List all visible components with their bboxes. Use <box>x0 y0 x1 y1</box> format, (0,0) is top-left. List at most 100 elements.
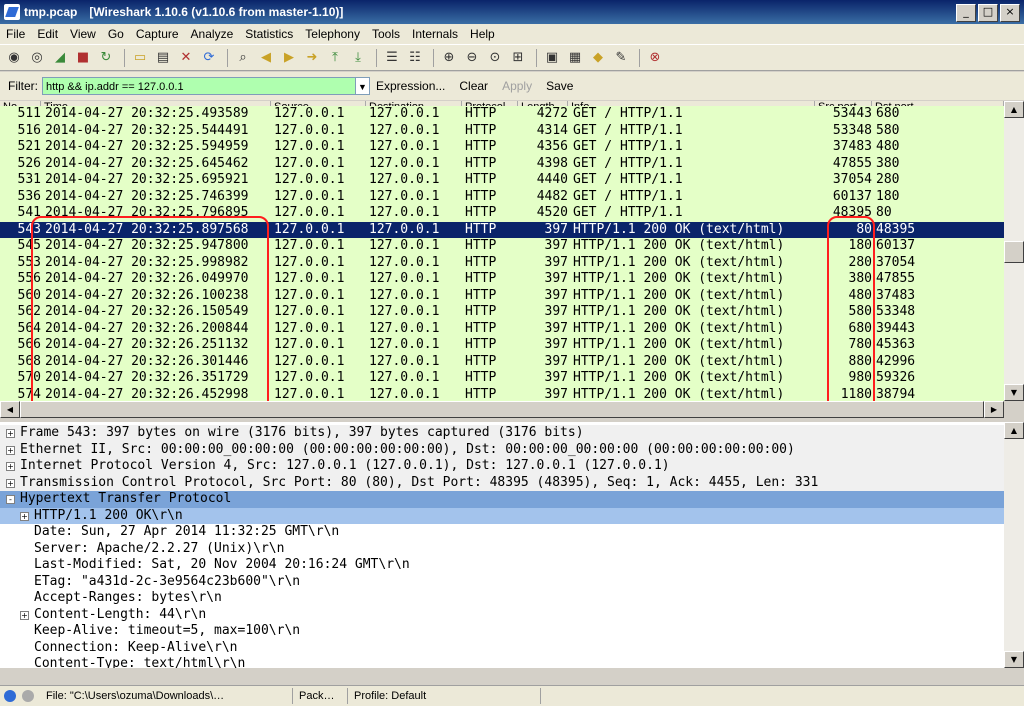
packet-cell-proto: HTTP <box>465 254 497 270</box>
scroll-right-button[interactable]: ▶ <box>984 401 1004 418</box>
display-filters-icon[interactable]: ▦ <box>565 48 585 68</box>
go-last-icon[interactable]: ⤓ <box>348 48 368 68</box>
packet-row[interactable]: 531 2014-04-27 20:32:25.695921 127.0.0.1 12… <box>0 172 1004 189</box>
packet-list-scrollbar[interactable]: ▲ ▼ <box>1004 101 1024 401</box>
scroll-down-button[interactable]: ▼ <box>1004 384 1024 401</box>
stop-capture-icon[interactable]: ■ <box>73 48 93 68</box>
menu-tools[interactable]: Tools <box>366 27 406 41</box>
capture-options-icon[interactable]: ◎ <box>27 48 47 68</box>
detail-row[interactable]: + HTTP/1.1 200 OK\r\n <box>0 507 1004 524</box>
detail-row[interactable]: ETag: "a431d-2c-3e9564c23b600"\r\n <box>0 574 1004 591</box>
tree-expander-icon[interactable]: + <box>20 610 29 620</box>
go-back-icon[interactable]: ◀ <box>256 48 276 68</box>
go-forward-icon[interactable]: ▶ <box>279 48 299 68</box>
packet-row[interactable]: 536 2014-04-27 20:32:25.746399 127.0.0.1 12… <box>0 188 1004 205</box>
packet-row[interactable]: 511 2014-04-27 20:32:25.493589 127.0.0.1 12… <box>0 106 1004 123</box>
detail-text: Transmission Control Protocol, Src Port:… <box>20 474 819 490</box>
go-first-icon[interactable]: ⤒ <box>325 48 345 68</box>
packet-cell-time: 2014-04-27 20:32:25.544491 <box>45 122 249 138</box>
expression-button[interactable]: Expression... <box>376 79 445 93</box>
packet-cell-info: GET / HTTP/1.1 <box>573 172 683 187</box>
capture-comment-icon[interactable] <box>22 690 34 702</box>
close-button[interactable]: × <box>1000 4 1020 22</box>
tree-expander-icon[interactable]: + <box>6 462 15 471</box>
detail-row[interactable]: Connection: Keep-Alive\r\n <box>0 640 1004 657</box>
find-packet-icon[interactable]: ⌕ <box>233 48 253 68</box>
detail-row[interactable]: - Hypertext Transfer Protocol <box>0 491 1004 508</box>
detail-row[interactable]: Content-Type: text/html\r\n <box>0 656 1004 668</box>
packet-cell-proto: HTTP <box>465 221 497 237</box>
tree-expander-icon[interactable]: + <box>20 511 29 521</box>
menu-view[interactable]: View <box>64 27 102 41</box>
toolbar-separator <box>536 48 537 67</box>
detail-row[interactable]: Server: Apache/2.2.27 (Unix)\r\n <box>0 541 1004 558</box>
menu-capture[interactable]: Capture <box>130 27 185 41</box>
colorize-icon[interactable]: ☰ <box>382 48 402 68</box>
zoom-in-icon[interactable]: ⊕ <box>439 48 459 68</box>
hscroll-thumb[interactable] <box>20 401 984 418</box>
preferences-icon[interactable]: ✎ <box>611 48 631 68</box>
menu-telephony[interactable]: Telephony <box>299 27 366 41</box>
close-file-icon[interactable]: ✕ <box>176 48 196 68</box>
packet-details[interactable]: + Frame 543: 397 bytes on wire (3176 bits… <box>0 422 1004 668</box>
toolbar-separator <box>376 48 377 67</box>
restart-capture-icon[interactable]: ↻ <box>96 48 116 68</box>
clear-button[interactable]: Clear <box>459 79 488 93</box>
maximize-button[interactable]: □ <box>978 4 998 22</box>
help-icon[interactable]: ⊗ <box>645 48 665 68</box>
packet-row[interactable]: 516 2014-04-27 20:32:25.544491 127.0.0.1 12… <box>0 122 1004 139</box>
detail-row[interactable]: + Internet Protocol Version 4, Src: 127.0… <box>0 458 1004 475</box>
menu-edit[interactable]: Edit <box>31 27 64 41</box>
detail-row[interactable]: + Ethernet II, Src: 00:00:00_00:00:00 (00… <box>0 441 1004 458</box>
reload-icon[interactable]: ⟳ <box>199 48 219 68</box>
save-filter-button[interactable]: Save <box>546 79 573 93</box>
tree-expander-icon[interactable]: + <box>6 478 15 488</box>
expert-info-icon[interactable] <box>4 690 16 702</box>
menu-analyze[interactable]: Analyze <box>185 27 240 41</box>
menu-help[interactable]: Help <box>464 27 501 41</box>
filter-dropdown-icon[interactable]: ▼ <box>356 77 370 95</box>
filter-input[interactable]: http && ip.addr == 127.0.0.1 <box>42 77 356 95</box>
zoom-out-icon[interactable]: ⊖ <box>462 48 482 68</box>
packet-row[interactable]: 526 2014-04-27 20:32:25.645462 127.0.0.1 12… <box>0 155 1004 172</box>
detail-row[interactable]: Keep-Alive: timeout=5, max=100\r\n <box>0 623 1004 640</box>
start-capture-icon[interactable]: ◢ <box>50 48 70 68</box>
interface-list-icon[interactable]: ◉ <box>4 48 24 68</box>
tree-expander-icon[interactable]: + <box>6 429 15 438</box>
status-profile[interactable]: Profile: Default <box>348 688 541 704</box>
scroll-up-button[interactable]: ▲ <box>1004 422 1024 439</box>
menu-statistics[interactable]: Statistics <box>239 27 299 41</box>
resize-columns-icon[interactable]: ⊞ <box>508 48 528 68</box>
apply-button[interactable]: Apply <box>502 79 532 93</box>
menu-internals[interactable]: Internals <box>406 27 464 41</box>
detail-row[interactable]: Date: Sun, 27 Apr 2014 11:32:25 GMT\r\n <box>0 524 1004 541</box>
tree-expander-icon[interactable]: + <box>6 445 15 455</box>
capture-filters-icon[interactable]: ▣ <box>542 48 562 68</box>
filter-label: Filter: <box>8 79 38 93</box>
normal-size-icon[interactable]: ⊙ <box>485 48 505 68</box>
packet-cell-src: 127.0.0.1 <box>274 155 345 171</box>
scroll-up-button[interactable]: ▲ <box>1004 101 1024 118</box>
menu-go[interactable]: Go <box>102 27 130 41</box>
scroll-down-button[interactable]: ▼ <box>1004 651 1024 668</box>
detail-row[interactable]: + Transmission Control Protocol, Src Port… <box>0 474 1004 491</box>
packet-row[interactable]: 521 2014-04-27 20:32:25.594959 127.0.0.1 12… <box>0 139 1004 156</box>
detail-row[interactable]: Accept-Ranges: bytes\r\n <box>0 590 1004 607</box>
detail-row[interactable]: + Frame 543: 397 bytes on wire (3176 bits… <box>0 425 1004 442</box>
minimize-button[interactable]: _ <box>956 4 976 22</box>
menu-file[interactable]: File <box>0 27 31 41</box>
details-scrollbar[interactable]: ▲ ▼ <box>1004 422 1024 668</box>
packet-list[interactable]: No. Time Source Destination Protocol Len… <box>0 101 1004 401</box>
save-file-icon[interactable]: ▤ <box>153 48 173 68</box>
detail-row[interactable]: Last-Modified: Sat, 20 Nov 2004 20:16:24… <box>0 557 1004 574</box>
tree-expander-icon[interactable]: - <box>6 495 15 504</box>
detail-text: Last-Modified: Sat, 20 Nov 2004 20:16:24… <box>34 557 410 572</box>
detail-row[interactable]: + Content-Length: 44\r\n <box>0 607 1004 624</box>
scroll-thumb[interactable] <box>1004 241 1024 263</box>
packet-list-hscrollbar[interactable]: ◀ ▶ <box>0 401 1004 418</box>
autoscroll-icon[interactable]: ☷ <box>405 48 425 68</box>
scroll-left-button[interactable]: ◀ <box>0 401 20 418</box>
coloring-rules-icon[interactable]: ◆ <box>588 48 608 68</box>
open-file-icon[interactable]: ▭ <box>130 48 150 68</box>
go-to-packet-icon[interactable]: ➜ <box>302 48 322 68</box>
